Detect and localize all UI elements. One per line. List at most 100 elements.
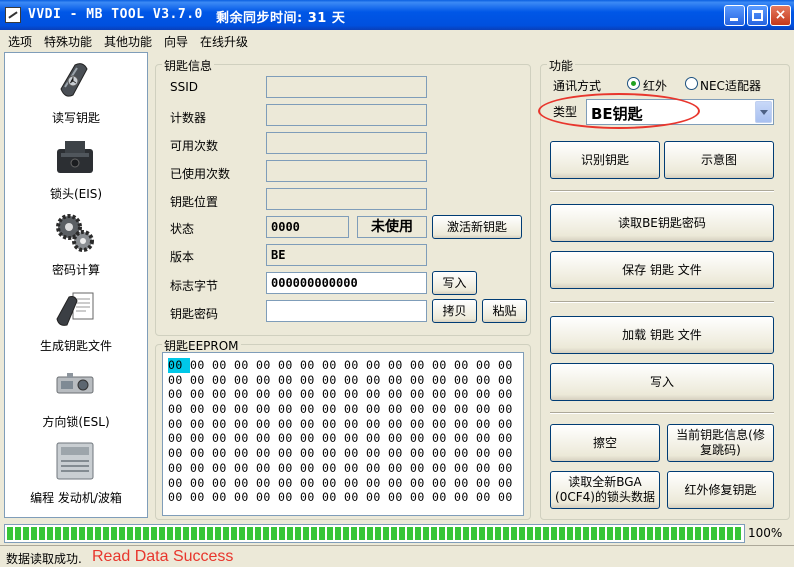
hex-byte[interactable]: 00 [168,446,190,461]
hex-byte[interactable]: 00 [410,461,432,476]
menu-wizard[interactable]: 向导 [164,33,188,50]
hex-byte[interactable]: 00 [322,358,344,373]
hex-byte[interactable]: 00 [454,476,476,491]
hex-byte[interactable]: 00 [234,476,256,491]
hex-byte[interactable]: 00 [300,387,322,402]
hex-byte[interactable]: 00 [212,476,234,491]
radio-infrared[interactable] [627,77,640,90]
hex-byte[interactable]: 00 [454,461,476,476]
hex-byte[interactable]: 00 [432,461,454,476]
hex-byte[interactable]: 00 [168,431,190,446]
hex-byte[interactable]: 00 [476,402,498,417]
hex-byte[interactable]: 00 [168,358,190,373]
erase-button[interactable]: 擦空 [550,424,660,462]
hex-byte[interactable]: 00 [212,417,234,432]
hex-byte[interactable]: 00 [168,417,190,432]
hex-byte[interactable]: 00 [256,446,278,461]
hex-byte[interactable]: 00 [388,358,410,373]
hex-byte[interactable]: 00 [212,431,234,446]
maximize-button[interactable] [747,5,768,26]
radio-nec-adapter[interactable] [685,77,698,90]
sidebar-item-read-write-key[interactable]: 读写钥匙 [5,53,147,129]
hex-byte[interactable]: 00 [344,358,366,373]
hex-byte[interactable]: 00 [498,476,520,491]
hex-byte[interactable]: 00 [432,431,454,446]
sidebar-item-program-engine-gearbox[interactable]: 编程 发动机/波箱 [5,433,147,509]
hex-byte[interactable]: 00 [388,387,410,402]
hex-byte[interactable]: 00 [300,373,322,388]
hex-byte[interactable]: 00 [190,387,212,402]
hex-byte[interactable]: 00 [344,431,366,446]
hex-byte[interactable]: 00 [410,358,432,373]
hex-byte[interactable]: 00 [498,358,520,373]
hex-byte[interactable]: 00 [256,373,278,388]
hex-byte[interactable]: 00 [168,402,190,417]
hex-byte[interactable]: 00 [366,461,388,476]
menu-online-upgrade[interactable]: 在线升级 [200,33,248,50]
hex-byte[interactable]: 00 [190,402,212,417]
activate-new-key-button[interactable]: 激活新钥匙 [432,215,522,239]
hex-byte[interactable]: 00 [476,417,498,432]
hex-byte[interactable]: 00 [168,476,190,491]
hex-byte[interactable]: 00 [476,490,498,505]
hex-byte[interactable]: 00 [278,417,300,432]
hex-byte[interactable]: 00 [300,402,322,417]
hex-byte[interactable]: 00 [476,476,498,491]
hex-byte[interactable]: 00 [278,373,300,388]
read-be-key-password-button[interactable]: 读取BE钥匙密码 [550,204,774,242]
hex-byte[interactable]: 00 [366,446,388,461]
hex-byte[interactable]: 00 [300,461,322,476]
hex-byte[interactable]: 00 [432,387,454,402]
hex-byte[interactable]: 00 [234,431,256,446]
hex-byte[interactable]: 00 [344,402,366,417]
write-key-button[interactable]: 写入 [550,363,774,401]
hex-byte[interactable]: 00 [212,461,234,476]
hex-byte[interactable]: 00 [344,417,366,432]
sidebar-item-esl[interactable]: 方向锁(ESL) [5,357,147,433]
hex-byte[interactable]: 00 [168,461,190,476]
hex-byte[interactable]: 00 [256,417,278,432]
hex-byte[interactable]: 00 [410,417,432,432]
hex-byte[interactable]: 00 [234,490,256,505]
hex-byte[interactable]: 00 [432,417,454,432]
ir-repair-key-button[interactable]: 红外修复钥匙 [667,471,774,509]
flag-byte-field[interactable]: 000000000000 [266,272,427,294]
hex-byte[interactable]: 00 [300,446,322,461]
save-key-file-button[interactable]: 保存 钥匙 文件 [550,251,774,289]
hex-byte[interactable]: 00 [322,490,344,505]
hex-byte[interactable]: 00 [278,461,300,476]
hex-byte[interactable]: 00 [190,431,212,446]
hex-byte[interactable]: 00 [410,373,432,388]
hex-byte[interactable]: 00 [344,387,366,402]
hex-byte[interactable]: 00 [498,490,520,505]
hex-byte[interactable]: 00 [366,402,388,417]
hex-byte[interactable]: 00 [212,373,234,388]
hex-byte[interactable]: 00 [344,373,366,388]
hex-byte[interactable]: 00 [410,446,432,461]
hex-byte[interactable]: 00 [256,387,278,402]
hex-byte[interactable]: 00 [344,476,366,491]
hex-byte[interactable]: 00 [476,358,498,373]
hex-byte[interactable]: 00 [322,476,344,491]
sidebar-item-generate-key-file[interactable]: 生成钥匙文件 [5,281,147,357]
hex-byte[interactable]: 00 [366,373,388,388]
hex-byte[interactable]: 00 [322,431,344,446]
hex-byte[interactable]: 00 [454,417,476,432]
identify-key-button[interactable]: 识别钥匙 [550,141,660,179]
version-field[interactable]: BE [266,244,427,266]
hex-byte[interactable]: 00 [388,446,410,461]
hex-byte[interactable]: 00 [190,373,212,388]
hex-byte[interactable]: 00 [278,387,300,402]
hex-byte[interactable]: 00 [432,490,454,505]
hex-byte[interactable]: 00 [432,358,454,373]
hex-byte[interactable]: 00 [410,476,432,491]
hex-byte[interactable]: 00 [498,417,520,432]
app-icon[interactable] [5,7,21,23]
ssid-field[interactable] [266,76,427,98]
hex-byte[interactable]: 00 [278,476,300,491]
hex-byte[interactable]: 00 [410,490,432,505]
hex-byte[interactable]: 00 [256,358,278,373]
menu-options[interactable]: 选项 [8,33,32,50]
hex-byte[interactable]: 00 [300,490,322,505]
hex-byte[interactable]: 00 [256,476,278,491]
